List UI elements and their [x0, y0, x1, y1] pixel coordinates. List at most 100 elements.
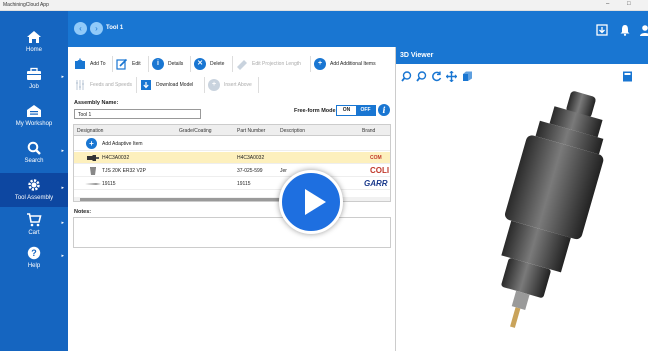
download-model-button[interactable]: Download Model [140, 76, 193, 94]
chevron-right-icon: ▸ [61, 74, 64, 80]
chevron-right-icon: ▸ [61, 185, 64, 191]
gear-icon [28, 179, 40, 191]
plus-icon: + [86, 138, 97, 149]
user-icon[interactable] [639, 24, 648, 36]
document-icon[interactable] [622, 71, 633, 82]
sidebar-item-label: Help [27, 263, 41, 269]
collet-icon [90, 167, 96, 175]
download-model-icon [141, 80, 151, 90]
column-header[interactable]: Description [280, 128, 305, 134]
details-button[interactable]: i Details [152, 55, 183, 73]
plus-icon: + [208, 79, 220, 91]
window-title-bar: MachiningCloud App – □ [0, 0, 648, 11]
column-header[interactable]: Grade/Coating [179, 128, 212, 134]
brand-logo: COM [370, 155, 382, 161]
cell-part-number: H4C3A0032 [237, 155, 265, 161]
chevron-right-icon: ▸ [61, 220, 64, 226]
header-bar: ‹ › Tool 1 [68, 11, 648, 47]
cell-designation: 19115 [102, 181, 116, 187]
cell-part-number: 37-025-599 [237, 168, 263, 174]
sidebar-item-cart[interactable]: Cart ▸ [0, 208, 68, 242]
toolbar-divider [232, 56, 233, 72]
3d-viewer-panel: 3D Viewer [396, 47, 648, 351]
toggle-off[interactable]: OFF [356, 106, 375, 115]
toolbar-divider [310, 56, 311, 72]
forward-button[interactable]: › [90, 22, 103, 35]
brand-logo: COLI [370, 166, 390, 175]
back-button[interactable]: ‹ [74, 22, 87, 35]
toolbar-divider [258, 77, 259, 93]
edit-button[interactable]: Edit [116, 55, 141, 73]
column-header[interactable]: Designation [77, 128, 103, 134]
chevron-right-icon: ▸ [61, 253, 64, 259]
cell-designation: TJS 20K ER32 V2P [102, 168, 146, 174]
drill-icon [85, 183, 101, 185]
delete-button[interactable]: ✕ Delete [194, 55, 224, 73]
sidebar-item-label: Tool Assembly [14, 195, 54, 201]
play-button[interactable] [279, 170, 343, 234]
cart-icon [27, 213, 42, 227]
sidebar-item-label: My Workshop [15, 121, 53, 127]
sidebar-item-label: Home [25, 47, 42, 53]
feeds-and-speeds-button[interactable]: Feeds and Speeds [74, 76, 132, 94]
table-row[interactable]: TJS 20K ER32 V2P 37-025-599 Jer COLI [74, 165, 390, 177]
cell-designation: H4C3A0032 [102, 155, 130, 161]
notes-textarea[interactable] [73, 217, 391, 248]
insert-above-button[interactable]: + Insert Above [208, 76, 252, 94]
table-row[interactable]: 19115 19115 GARR [74, 178, 390, 190]
sliders-icon [76, 80, 84, 90]
edit-projection-length-button[interactable]: Edit Projection Length [236, 55, 301, 73]
add-additional-items-button[interactable]: + Add Additional Items [314, 55, 376, 73]
add-to-icon [75, 58, 85, 69]
download-icon[interactable] [596, 24, 608, 36]
maximize-button[interactable]: □ [627, 1, 631, 7]
sidebar-item-help[interactable]: ? Help ▸ [0, 241, 68, 275]
toolbar-divider [204, 77, 205, 93]
sidebar-item-tool-assembly[interactable]: Tool Assembly ▸ [0, 173, 68, 207]
zoom-out-icon[interactable] [416, 71, 427, 82]
table-row[interactable]: H4C3A0032 H4C3A0032 COM [74, 152, 390, 164]
toolbar-divider [190, 56, 191, 72]
sidebar-item-job[interactable]: Job ▸ [0, 62, 68, 96]
sidebar-item-my-workshop[interactable]: My Workshop [0, 99, 68, 133]
help-icon: ? [27, 246, 41, 260]
window-title: MachiningCloud App [3, 2, 49, 8]
ruler-icon [237, 60, 247, 70]
briefcase-icon [27, 67, 41, 80]
rotate-icon[interactable] [431, 71, 442, 82]
assembly-name-label: Assembly Name: [74, 100, 119, 106]
scrollbar-thumb[interactable] [80, 198, 280, 201]
sidebar-item-search[interactable]: Search ▸ [0, 136, 68, 170]
add-adaptive-item-row[interactable]: + Add Adaptive Item [74, 138, 390, 151]
free-form-mode-toggle[interactable]: ON OFF [336, 105, 376, 116]
tool-holder-icon [87, 155, 99, 161]
search-icon [27, 141, 41, 155]
sidebar-item-label: Job [29, 84, 39, 90]
workshop-icon [27, 105, 41, 117]
tool-3d-model [501, 91, 604, 328]
column-header[interactable]: Brand [362, 128, 375, 134]
sidebar-item-home[interactable]: Home [0, 25, 68, 59]
plus-icon: + [314, 58, 326, 70]
bell-icon[interactable] [619, 24, 631, 36]
tool-assembly-panel: Add To Edit i Details ✕ Delete Edit Proj… [68, 47, 396, 351]
close-icon: ✕ [194, 58, 206, 70]
assembly-table: Designation Grade/Coating Part Number De… [73, 124, 391, 202]
brand-logo: GARR [364, 179, 388, 188]
add-to-button[interactable]: Add To [74, 55, 105, 73]
free-form-mode-label: Free-form Mode: [294, 108, 338, 114]
toggle-on[interactable]: ON [337, 106, 356, 115]
viewer-header: 3D Viewer [396, 47, 648, 64]
edit-icon [116, 58, 128, 70]
cell-description: Jer [280, 168, 287, 174]
sidebar: Home Job ▸ My Workshop Search ▸ Tool Ass… [0, 11, 68, 351]
info-icon[interactable]: i [378, 104, 390, 116]
table-header: Designation Grade/Coating Part Number De… [74, 125, 390, 136]
assembly-name-input[interactable]: Tool 1 [74, 109, 201, 119]
minimize-button[interactable]: – [606, 1, 609, 7]
chevron-right-icon: ▸ [61, 148, 64, 154]
toolbar-divider [136, 77, 137, 93]
sidebar-item-label: Search [24, 158, 44, 164]
zoom-in-icon[interactable] [401, 71, 412, 82]
column-header[interactable]: Part Number [237, 128, 265, 134]
